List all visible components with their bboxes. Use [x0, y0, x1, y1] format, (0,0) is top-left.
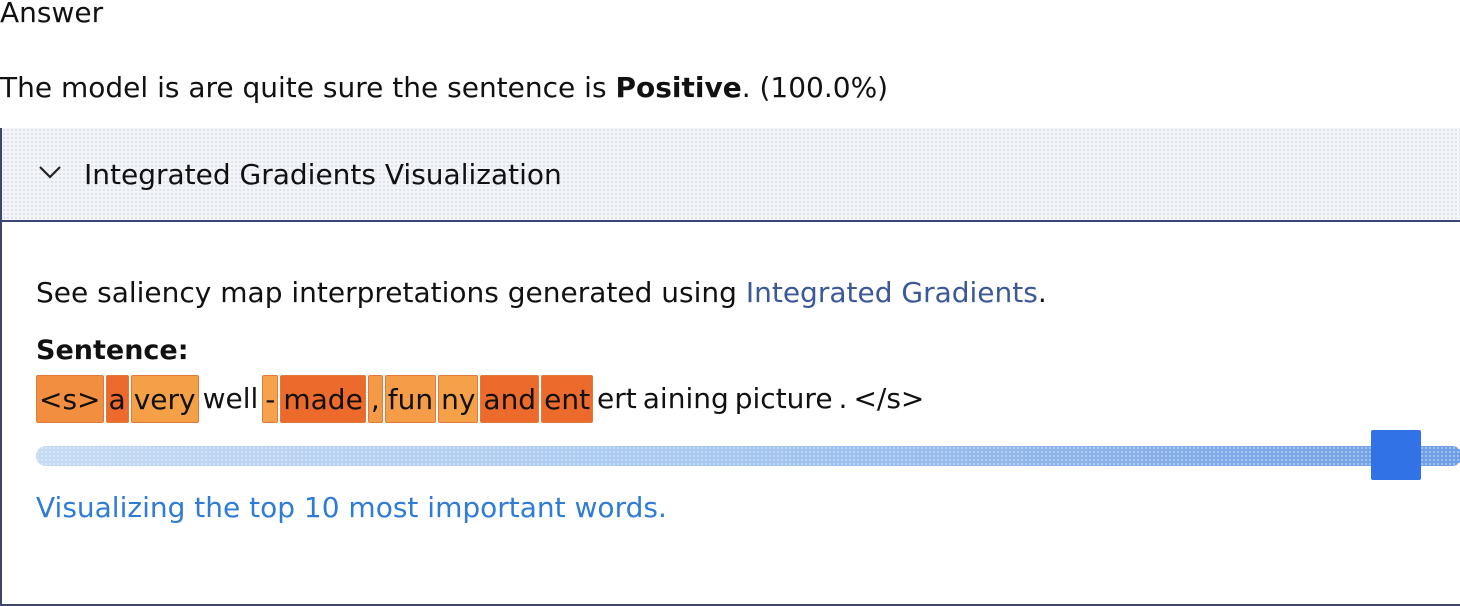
- chevron-down-icon: [39, 166, 61, 179]
- token-sequence: <s> a very well - made, fun ny and ent ert aining pi…: [36, 375, 928, 425]
- token: aining: [642, 382, 729, 415]
- token: <s>: [36, 375, 104, 423]
- answer-text-suffix: . (100.0%): [741, 71, 889, 104]
- panel-title: Integrated Gradients Visualization: [84, 158, 562, 191]
- token: ert: [597, 382, 637, 415]
- answer-text: The model is are quite sure the sentence…: [0, 70, 888, 106]
- token: well: [202, 382, 259, 415]
- answer-heading: Answer: [0, 0, 104, 29]
- description-suffix: .: [1037, 276, 1047, 309]
- slider-thumb[interactable]: [1371, 430, 1421, 480]
- panel-header-toggle[interactable]: Integrated Gradients Visualization: [2, 128, 1460, 222]
- token: .: [838, 382, 848, 415]
- sentence-label: Sentence:: [36, 335, 189, 366]
- token: very: [130, 375, 199, 423]
- integrated-gradients-link[interactable]: Integrated Gradients: [746, 276, 1038, 309]
- token: ny: [438, 375, 479, 423]
- slider-track[interactable]: [36, 446, 1460, 466]
- token: -: [262, 375, 279, 423]
- description-prefix: See saliency map interpretations generat…: [36, 276, 746, 309]
- description-text: See saliency map interpretations generat…: [36, 275, 1047, 311]
- token: and: [480, 375, 540, 423]
- token: ,: [367, 375, 383, 423]
- slider-caption: Visualizing the top 10 most important wo…: [36, 491, 667, 524]
- token: ent: [541, 375, 594, 423]
- answer-label: Positive: [615, 71, 742, 104]
- integrated-gradients-panel: Integrated Gradients Visualization See s…: [0, 128, 1460, 606]
- token: made: [280, 375, 366, 423]
- token: a: [105, 375, 129, 423]
- token: fun: [384, 375, 437, 423]
- token: </s>: [853, 382, 925, 415]
- token: picture: [734, 382, 833, 415]
- answer-text-prefix: The model is are quite sure the sentence…: [0, 71, 616, 104]
